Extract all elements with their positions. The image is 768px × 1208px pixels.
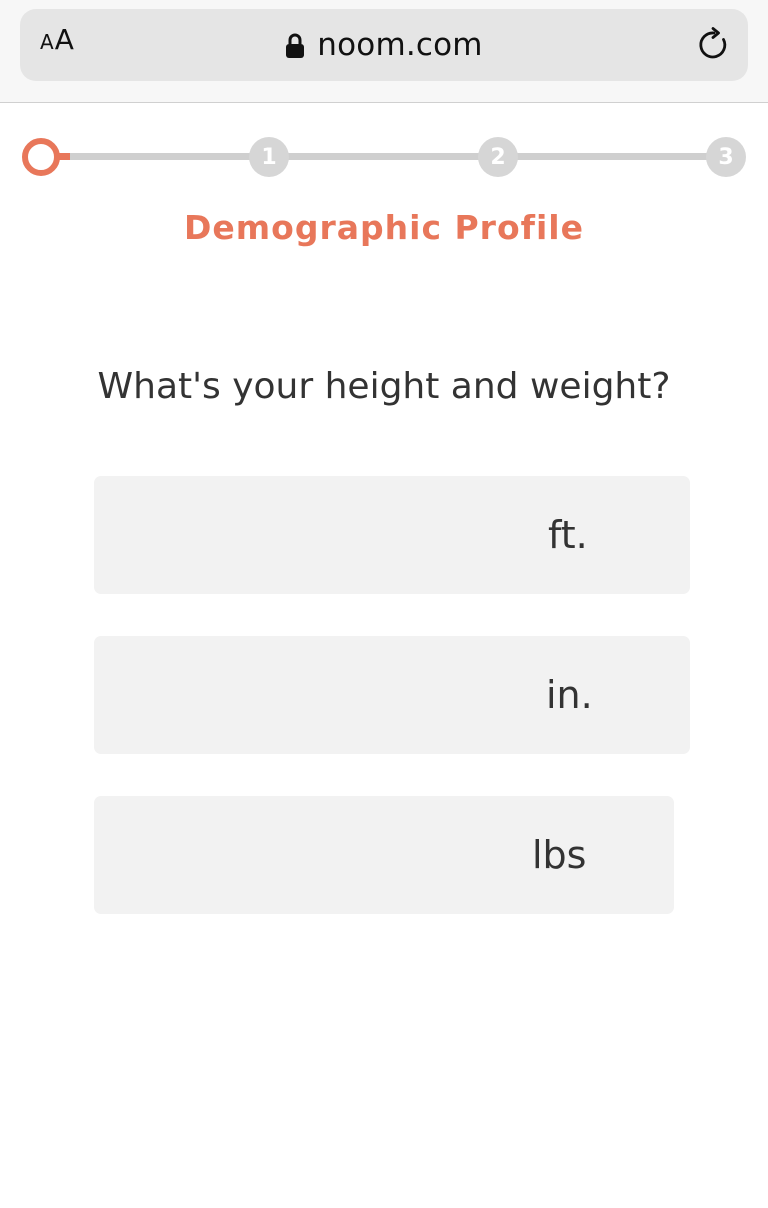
- address-bar[interactable]: A A noom.com: [20, 9, 748, 81]
- url-display[interactable]: noom.com: [20, 9, 748, 81]
- progress-step-1: 1: [249, 137, 289, 177]
- reload-icon[interactable]: [696, 27, 732, 63]
- height-feet-input[interactable]: [94, 476, 514, 594]
- lock-icon: [286, 33, 305, 58]
- progress-step-2: 2: [478, 137, 518, 177]
- browser-toolbar: A A noom.com: [0, 0, 768, 103]
- height-inches-field[interactable]: in.: [94, 636, 690, 754]
- progress-track: [62, 153, 728, 160]
- height-inches-input[interactable]: [94, 636, 514, 754]
- progress-step-current: [22, 138, 60, 176]
- weight-pounds-field[interactable]: lbs: [94, 796, 674, 914]
- progress-step-3: 3: [706, 137, 746, 177]
- progress-stepper: 1 2 3: [0, 120, 768, 192]
- height-inches-unit: in.: [546, 673, 593, 717]
- url-text: noom.com: [317, 27, 483, 63]
- height-feet-field[interactable]: ft.: [94, 476, 690, 594]
- section-title: Demographic Profile: [184, 208, 584, 247]
- weight-pounds-input[interactable]: [94, 796, 514, 914]
- weight-pounds-unit: lbs: [532, 833, 587, 877]
- question-text: What's your height and weight?: [97, 366, 671, 407]
- height-feet-unit: ft.: [548, 513, 588, 557]
